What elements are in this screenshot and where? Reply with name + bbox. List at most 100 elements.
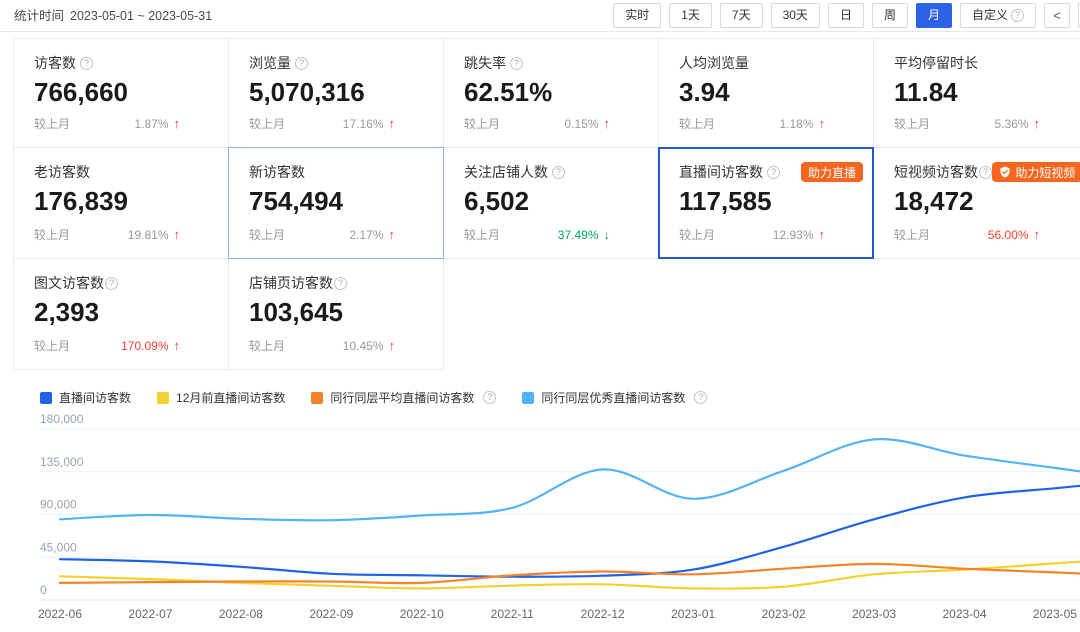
x-axis-tick: 2022-11 xyxy=(491,607,534,621)
card-pageviews[interactable]: 浏览量? 5,070,316 较上月 17.16% ↑ xyxy=(228,38,444,148)
x-axis-tick: 2022-08 xyxy=(219,607,263,621)
chart-canvas[interactable]: 0 45,000 90,000 135,000 180,000 2022-06 2022-0… xyxy=(0,400,1080,632)
y-axis-tick: 180,000 xyxy=(40,412,84,426)
boost-video-badge-label: 助力短视频 xyxy=(1015,164,1075,181)
card-title: 跳失率 xyxy=(464,53,506,73)
card-title: 浏览量 xyxy=(249,53,291,73)
btn-7days[interactable]: 7天 xyxy=(720,3,763,28)
chevron-left-icon: < xyxy=(1053,4,1061,27)
help-icon[interactable]: ? xyxy=(552,166,565,179)
card-shop-page-visitors[interactable]: 店铺页访客数? 103,645 较上月 10.45%↑ xyxy=(228,258,444,370)
arrow-up-icon: ↑ xyxy=(604,116,611,131)
shield-check-icon xyxy=(999,166,1011,178)
pct-value: 37.49% xyxy=(558,228,599,242)
metric-cards-grid: 访客数? 766,660 较上月 1.87%↑ 浏览量? 5,070,316 较… xyxy=(14,38,1080,370)
compare-label: 较上月 xyxy=(679,115,715,132)
arrow-up-icon: ↑ xyxy=(389,116,396,131)
card-value: 62.51% xyxy=(464,77,638,108)
arrow-up-icon: ↑ xyxy=(174,227,181,242)
compare-label: 较上月 xyxy=(249,226,285,243)
pct-value: 17.16% xyxy=(343,117,384,131)
compare-label: 较上月 xyxy=(679,226,715,243)
btn-1day[interactable]: 1天 xyxy=(669,3,712,28)
compare-label: 较上月 xyxy=(249,337,285,354)
card-value: 18,472 xyxy=(894,186,1068,217)
card-value: 6,502 xyxy=(464,186,638,217)
x-axis-tick: 2023-01 xyxy=(671,607,715,621)
help-icon: ? xyxy=(1011,9,1024,22)
help-icon[interactable]: ? xyxy=(295,57,308,70)
x-axis-tick: 2023-05 xyxy=(1033,607,1077,621)
compare-label: 较上月 xyxy=(34,115,70,132)
y-axis-tick: 90,000 xyxy=(40,498,77,512)
card-value: 176,839 xyxy=(34,186,208,217)
time-granularity-buttons: 实时 1天 7天 30天 日 周 月 自定义 ? < > xyxy=(613,3,1080,28)
pct-value: 170.09% xyxy=(121,339,168,353)
card-avg-stay-duration[interactable]: 平均停留时长 11.84 较上月 5.36%↑ xyxy=(873,38,1080,148)
y-axis-tick: 0 xyxy=(40,583,47,597)
card-value: 754,494 xyxy=(249,186,423,217)
card-video-visitors[interactable]: 短视频访客数? 助力短视频 > 18,472 较上月 56.00%↑ xyxy=(873,147,1080,259)
card-avg-pageviews[interactable]: 人均浏览量 3.94 较上月 1.18%↑ xyxy=(658,38,874,148)
card-live-visitors[interactable]: 直播间访客数? 助力直播 117,585 较上月 12.93%↑ xyxy=(658,147,874,259)
card-title: 平均停留时长 xyxy=(894,53,978,73)
compare-label: 较上月 xyxy=(34,226,70,243)
pct-value: 1.18% xyxy=(779,117,813,131)
card-title: 访客数 xyxy=(34,53,76,73)
btn-custom-label: 自定义 xyxy=(972,4,1008,27)
prev-period-button[interactable]: < xyxy=(1044,3,1070,28)
card-bounce-rate[interactable]: 跳失率? 62.51% 较上月 0.15%↑ xyxy=(443,38,659,148)
x-axis-tick: 2023-04 xyxy=(942,607,986,621)
card-new-visitors[interactable]: 新访客数 754,494 较上月 2.17%↑ xyxy=(228,147,444,259)
btn-30days[interactable]: 30天 xyxy=(771,3,820,28)
arrow-down-icon: ↓ xyxy=(604,227,611,242)
trend-line-chart[interactable]: 0 45,000 90,000 135,000 180,000 2022-06 2022-0… xyxy=(0,400,1080,632)
card-visitors[interactable]: 访客数? 766,660 较上月 1.87%↑ xyxy=(13,38,229,148)
top-toolbar: 统计时间 2023-05-01 ~ 2023-05-31 实时 1天 7天 30天… xyxy=(0,0,1080,32)
compare-label: 较上月 xyxy=(894,115,930,132)
boost-live-badge[interactable]: 助力直播 xyxy=(801,162,863,182)
arrow-up-icon: ↑ xyxy=(819,227,826,242)
btn-realtime[interactable]: 实时 xyxy=(613,3,661,28)
arrow-up-icon: ↑ xyxy=(174,116,181,131)
pct-value: 5.36% xyxy=(994,117,1028,131)
pct-value: 56.00% xyxy=(988,228,1029,242)
y-axis-tick: 135,000 xyxy=(40,455,84,469)
btn-week[interactable]: 周 xyxy=(872,3,908,28)
btn-month[interactable]: 月 xyxy=(916,3,952,28)
help-icon[interactable]: ? xyxy=(334,277,347,290)
chart-line-0 xyxy=(60,486,1080,577)
x-axis-tick: 2022-06 xyxy=(38,607,82,621)
arrow-up-icon: ↑ xyxy=(174,338,181,353)
btn-day[interactable]: 日 xyxy=(828,3,864,28)
help-icon[interactable]: ? xyxy=(510,57,523,70)
btn-custom[interactable]: 自定义 ? xyxy=(960,3,1036,28)
x-axis-tick: 2022-09 xyxy=(309,607,353,621)
card-value: 11.84 xyxy=(894,77,1068,108)
card-article-visitors[interactable]: 图文访客数? 2,393 较上月 170.09%↑ xyxy=(13,258,229,370)
card-title: 图文访客数 xyxy=(34,273,104,293)
boost-video-badge[interactable]: 助力短视频 xyxy=(992,162,1080,182)
date-range: 2023-05-01 ~ 2023-05-31 xyxy=(70,9,212,23)
help-icon[interactable]: ? xyxy=(105,277,118,290)
help-icon[interactable]: ? xyxy=(80,57,93,70)
arrow-up-icon: ↑ xyxy=(819,116,826,131)
card-value: 2,393 xyxy=(34,297,208,328)
arrow-up-icon: ↑ xyxy=(1034,227,1041,242)
help-icon[interactable]: ? xyxy=(767,166,780,179)
card-value: 3.94 xyxy=(679,77,853,108)
help-icon[interactable]: ? xyxy=(979,166,992,179)
pct-value: 2.17% xyxy=(349,228,383,242)
card-title: 老访客数 xyxy=(34,162,90,182)
card-follow-count[interactable]: 关注店铺人数? 6,502 较上月 37.49%↓ xyxy=(443,147,659,259)
card-value: 5,070,316 xyxy=(249,77,423,108)
card-old-visitors[interactable]: 老访客数 176,839 较上月 19.81%↑ xyxy=(13,147,229,259)
stat-time-label: 统计时间 xyxy=(14,9,64,23)
card-title: 直播间访客数 xyxy=(679,162,763,182)
card-title: 新访客数 xyxy=(249,162,305,182)
compare-label: 较上月 xyxy=(249,115,285,132)
card-title: 店铺页访客数 xyxy=(249,273,333,293)
card-value: 117,585 xyxy=(679,186,853,217)
x-axis-tick: 2022-10 xyxy=(400,607,444,621)
y-axis-tick: 45,000 xyxy=(40,540,77,554)
